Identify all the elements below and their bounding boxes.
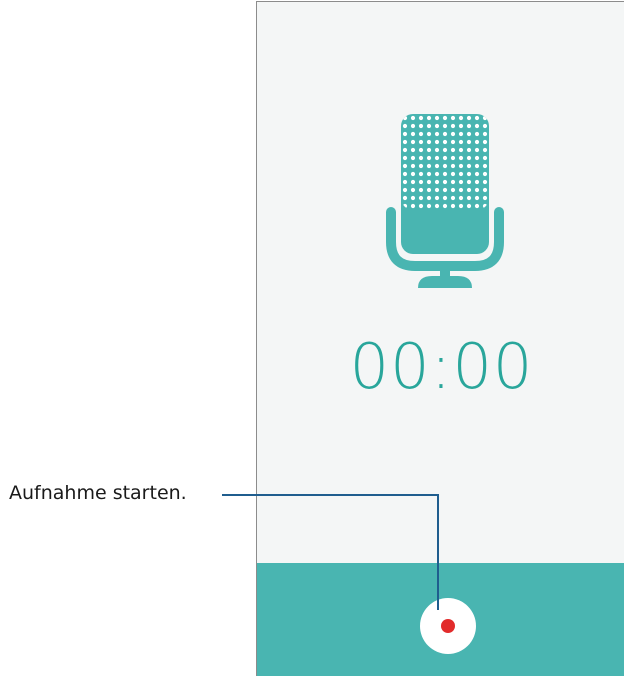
recorder-control-bar: [257, 563, 624, 676]
recording-timer: 00:00: [349, 330, 534, 403]
callout-label: Aufnahme starten.: [9, 482, 187, 504]
record-dot-icon: [441, 619, 455, 633]
microphone-icon: [386, 114, 504, 288]
voice-recorder-screen: 00:00: [256, 1, 624, 676]
record-button[interactable]: [420, 598, 476, 654]
